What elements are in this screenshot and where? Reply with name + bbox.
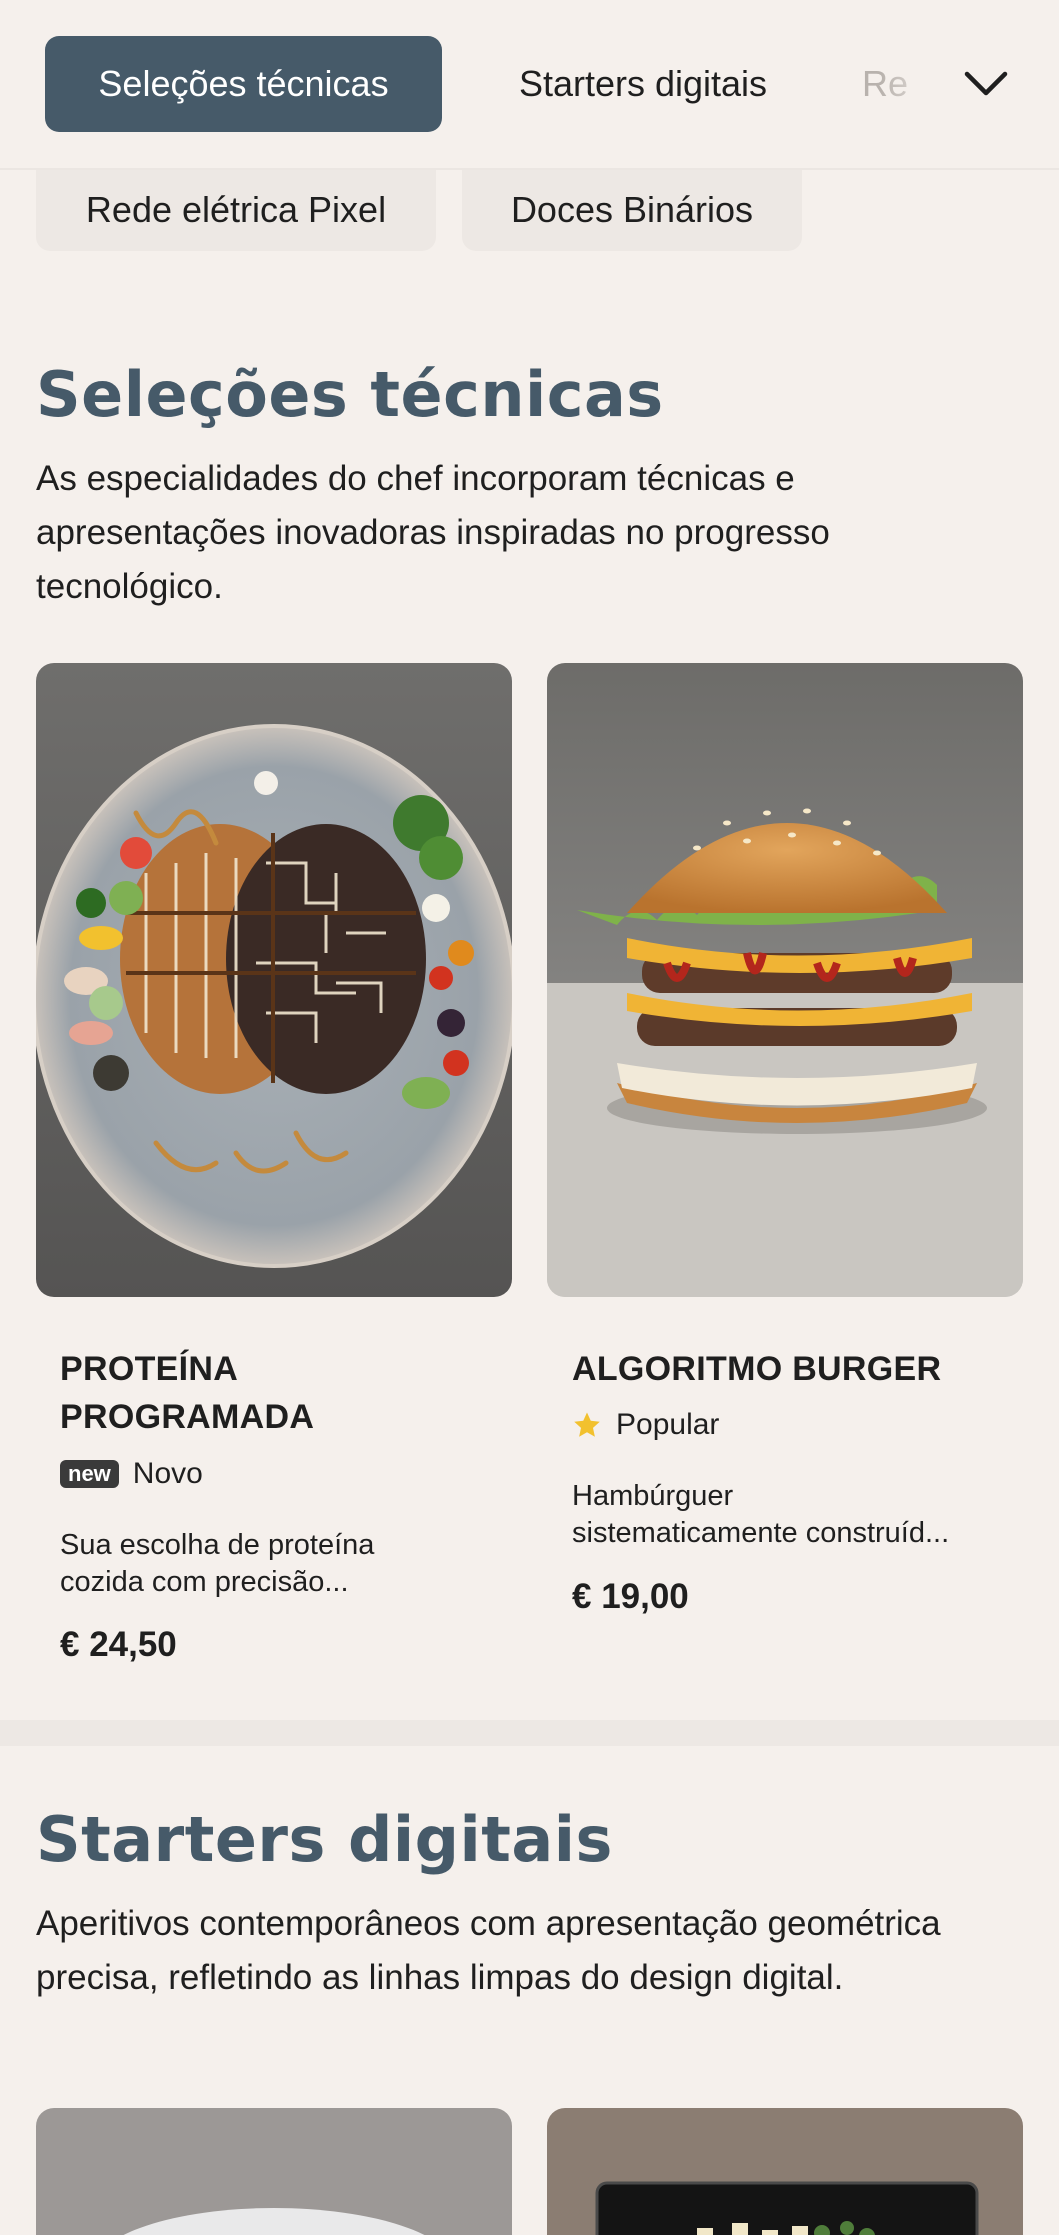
star-icon <box>574 1412 600 1437</box>
category-tab-bar: Seleções técnicas Starters digitais Re <box>0 0 1059 170</box>
dish-description-line: Sua escolha de proteína <box>60 1529 375 1561</box>
dish-description: Hambúrguer sistematicamente construíd... <box>572 1478 992 1552</box>
dish-image[interactable] <box>36 2108 512 2235</box>
dish-name-algoritmo-burger[interactable]: ALGORITMO BURGER <box>572 1345 941 1393</box>
dish-description: Sua escolha de proteína cozida com preci… <box>60 1527 480 1601</box>
dish-name-line: PROGRAMADA <box>60 1398 315 1436</box>
tab-selecoes-tecnicas[interactable]: Seleções técnicas <box>45 36 442 132</box>
dish-image[interactable] <box>547 2108 1023 2235</box>
dish-image-proteina-programada[interactable] <box>36 663 512 1297</box>
section-divider <box>0 1720 1059 1746</box>
dish-description-line: Hambúrguer <box>572 1480 734 1512</box>
dish-image-algoritmo-burger[interactable] <box>547 663 1023 1297</box>
chip-rede-eletrica-pixel[interactable]: Rede elétrica Pixel <box>36 168 436 251</box>
tab-starters-digitais[interactable]: Starters digitais <box>485 36 801 132</box>
chevron-down-icon[interactable] <box>960 60 1012 108</box>
dish-tag-row: Popular <box>572 1408 719 1442</box>
section-description: As especialidades do chef incorporam téc… <box>36 459 830 606</box>
dish-tag-label: Novo <box>132 1457 203 1490</box>
dish-price: € 19,00 <box>572 1577 689 1616</box>
section-title: Seleções técnicas <box>36 358 664 431</box>
section-description: Aperitivos contemporâneos com apresentaç… <box>36 1904 941 1997</box>
dish-description-line: cozida com precisão... <box>60 1566 349 1598</box>
new-badge-icon: new <box>60 1460 119 1488</box>
dish-name-line: PROTEÍNA <box>60 1350 239 1388</box>
section-title: Starters digitais <box>36 1803 613 1876</box>
dish-description-line: sistematicamente construíd... <box>572 1517 950 1549</box>
dish-name-proteina-programada[interactable]: PROTEÍNA PROGRAMADA <box>60 1345 314 1441</box>
chip-doces-binarios[interactable]: Doces Binários <box>462 168 802 251</box>
dish-tag-row: new Novo <box>60 1457 203 1491</box>
dish-tag-label: Popular <box>616 1408 720 1441</box>
dish-price: € 24,50 <box>60 1625 177 1664</box>
